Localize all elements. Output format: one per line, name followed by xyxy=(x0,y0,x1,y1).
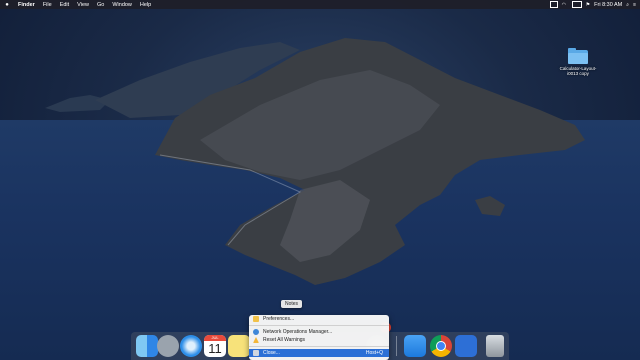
desktop-folder[interactable]: Calculator-Layout-i0013 copy xyxy=(556,48,600,76)
menu-item-network-operations-manager[interactable]: Network Operations Manager... xyxy=(249,328,389,336)
folder-icon xyxy=(568,48,588,64)
menu-bar: ● Finder File Edit View Go Window Help ◠… xyxy=(0,0,640,9)
battery-icon[interactable] xyxy=(571,1,582,8)
menu-finder[interactable]: Finder xyxy=(14,2,39,8)
control-list-icon[interactable]: ≡ xyxy=(633,2,636,8)
menu-help[interactable]: Help xyxy=(136,2,155,8)
dock-context-menu: Preferences... Network Operations Manage… xyxy=(249,315,389,360)
finder-dock-icon[interactable] xyxy=(136,335,158,357)
menu-item-label: Preferences... xyxy=(263,316,295,322)
dock-tooltip: Notes xyxy=(281,300,303,308)
menu-file[interactable]: File xyxy=(39,2,56,8)
spotlight-search-icon[interactable]: ⌕ xyxy=(626,2,629,8)
menu-item-shortcut: Host+Q xyxy=(365,350,383,356)
wallpaper-island xyxy=(45,38,585,285)
network-icon xyxy=(253,329,259,335)
menu-item-label: Network Operations Manager... xyxy=(263,329,333,335)
menu-item-label: Close... xyxy=(263,350,280,356)
close-app-icon xyxy=(253,350,259,356)
calendar-day: 11 xyxy=(208,341,222,356)
menu-item-reset-all-warnings[interactable]: Reset All Warnings xyxy=(249,336,389,344)
calendar-dock-icon[interactable]: JUL 11 xyxy=(204,335,226,357)
menu-divider xyxy=(249,346,389,347)
safari-dock-icon[interactable] xyxy=(180,335,202,357)
desktop xyxy=(0,0,640,360)
desktop-folder-label: Calculator-Layout-i0013 copy xyxy=(559,66,597,76)
wifi-icon[interactable]: ◠ xyxy=(562,2,568,8)
apple-menu-icon[interactable]: ● xyxy=(0,2,14,8)
menu-item-close[interactable]: Close... Host+Q xyxy=(249,349,389,357)
menu-edit[interactable]: Edit xyxy=(56,2,73,8)
screen-mirroring-icon[interactable] xyxy=(549,1,558,8)
notes-dock-icon[interactable] xyxy=(228,335,250,357)
menu-item-label: Reset All Warnings xyxy=(263,337,306,343)
trash-dock-icon[interactable] xyxy=(486,335,504,357)
menu-view[interactable]: View xyxy=(73,2,93,8)
menu-window[interactable]: Window xyxy=(108,2,136,8)
flag-icon[interactable]: ⚑ xyxy=(586,2,590,8)
menubar-clock[interactable]: Fri 8:30 AM xyxy=(594,2,622,8)
dock-separator xyxy=(396,336,397,356)
menu-divider xyxy=(249,325,389,326)
chrome-dock-icon[interactable] xyxy=(430,335,452,357)
launchpad-dock-icon[interactable] xyxy=(157,335,179,357)
menu-go[interactable]: Go xyxy=(93,2,108,8)
preferences-icon xyxy=(253,316,259,322)
folder-dock-icon[interactable] xyxy=(404,335,426,357)
warning-icon xyxy=(253,337,259,343)
menu-item-preferences[interactable]: Preferences... xyxy=(249,315,389,323)
xcode-dock-icon[interactable] xyxy=(455,335,477,357)
